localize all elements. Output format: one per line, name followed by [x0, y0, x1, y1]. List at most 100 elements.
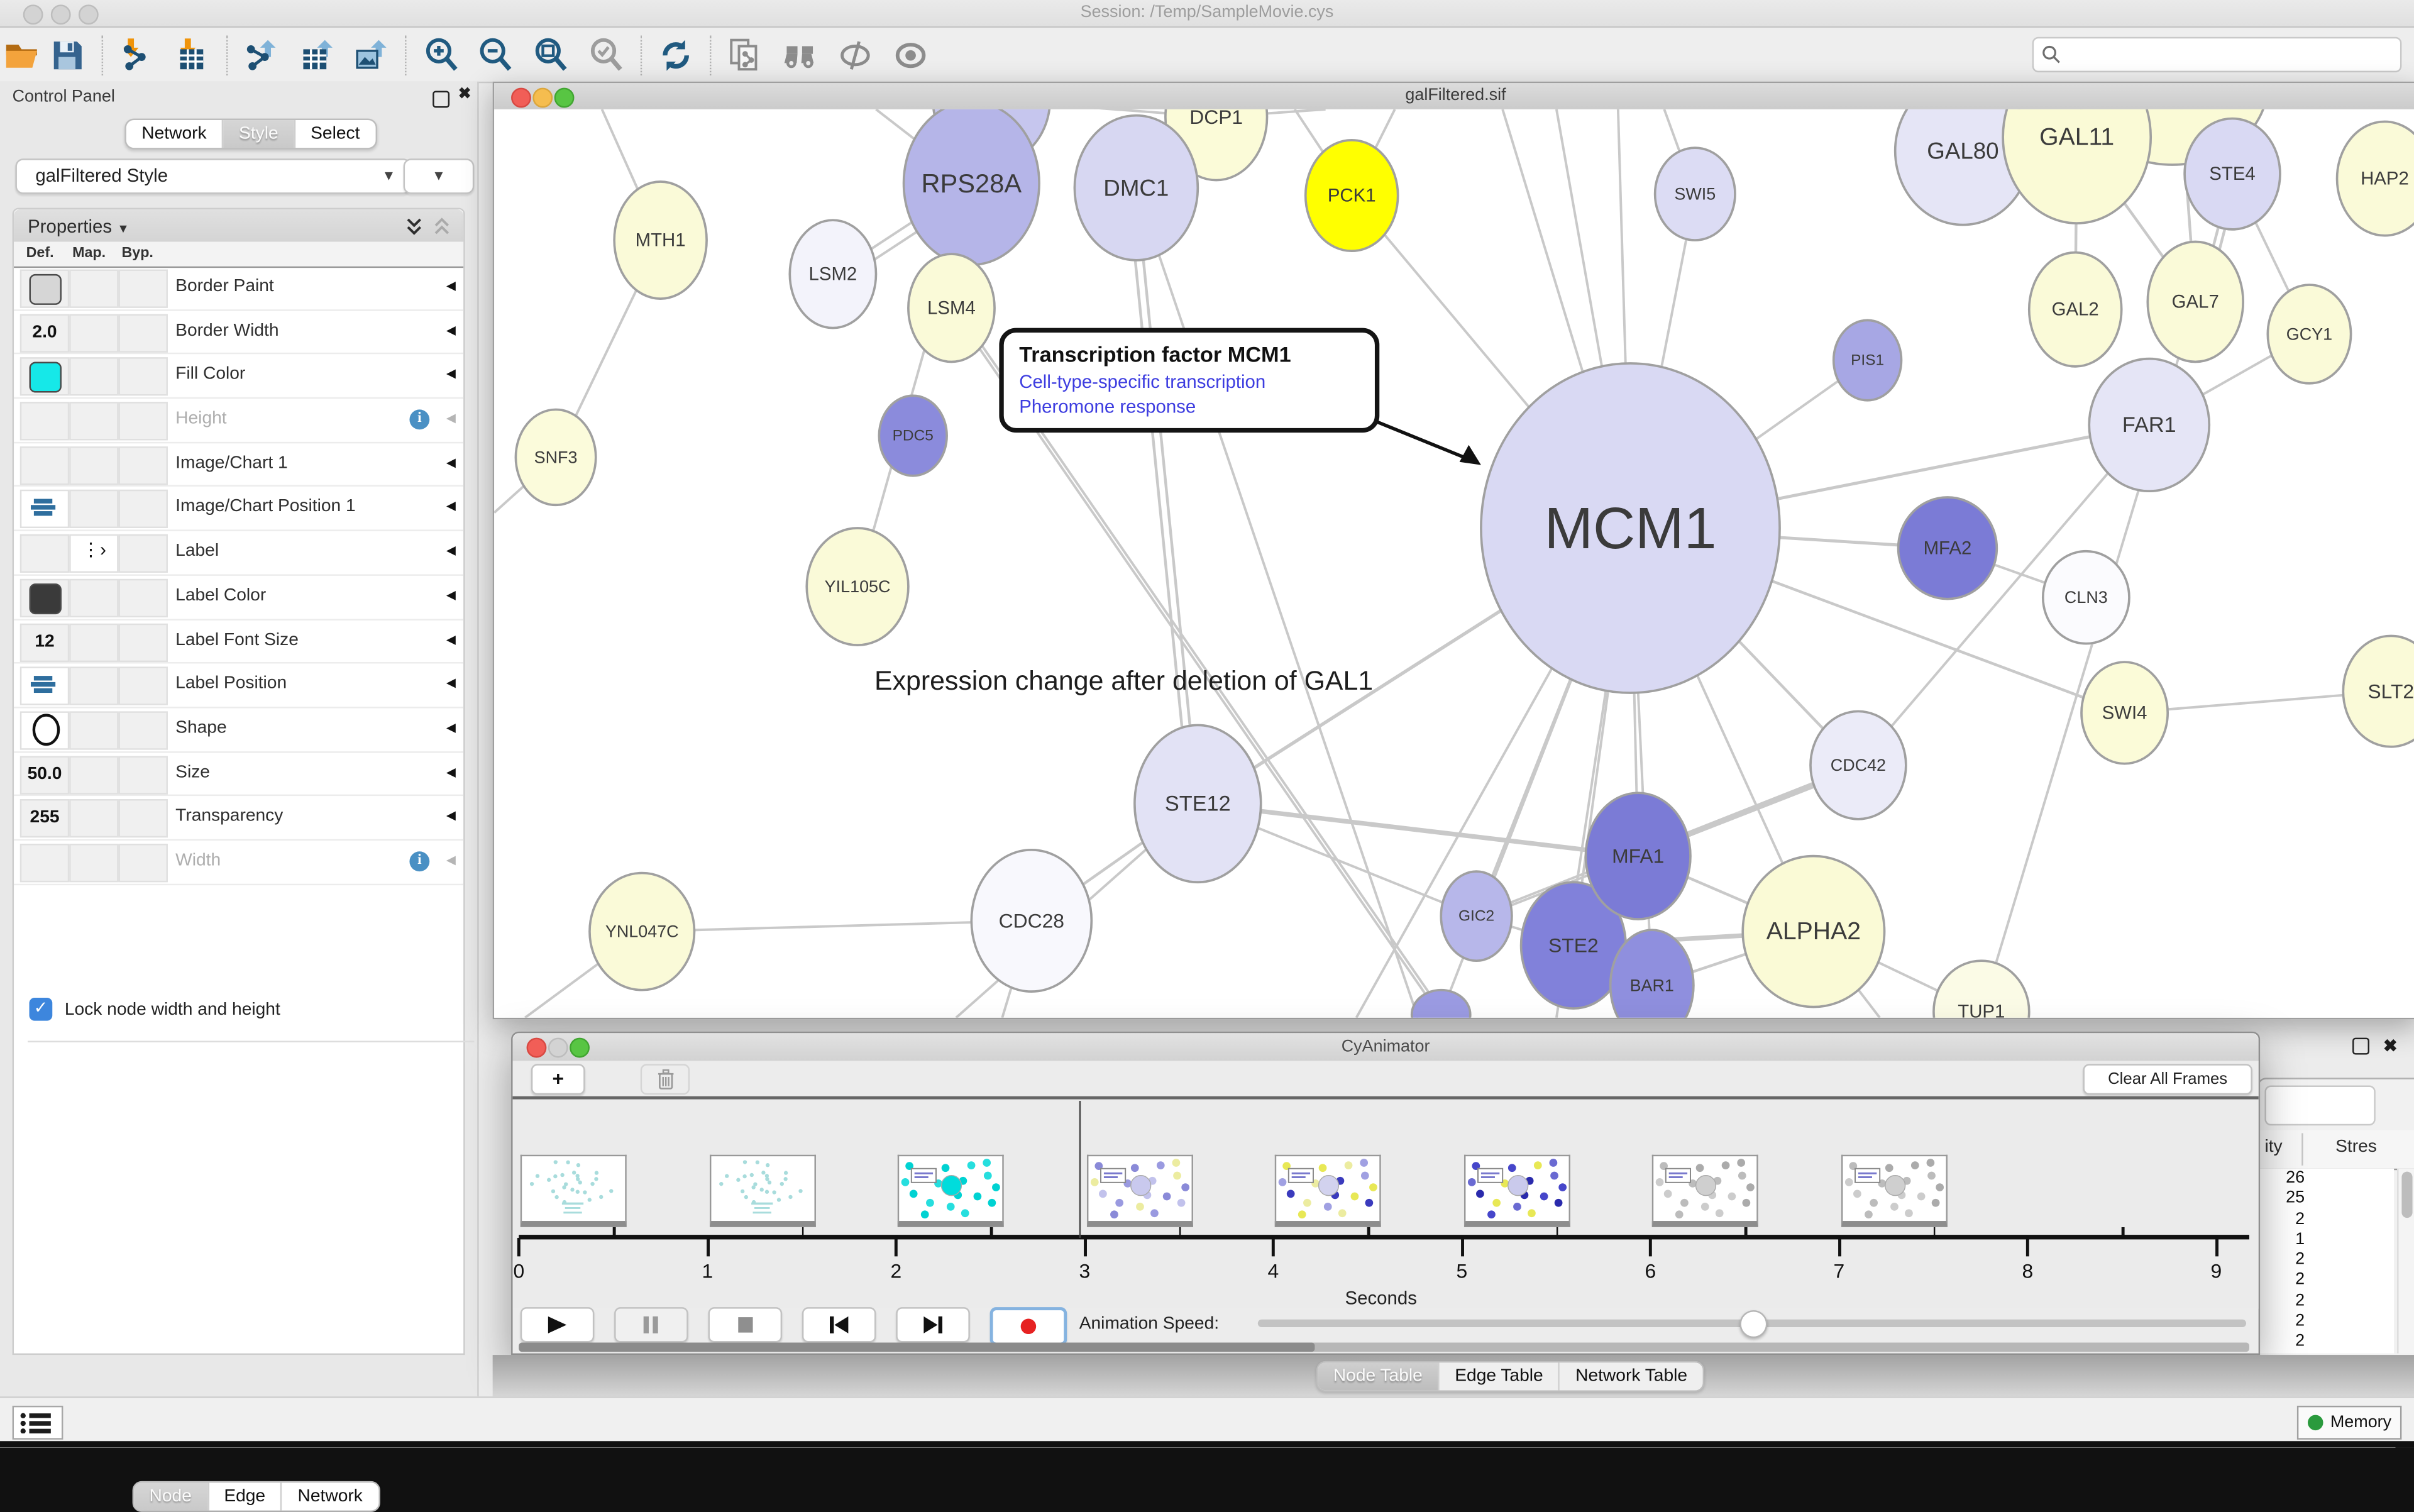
expand-property-icon[interactable]: ◀	[446, 455, 456, 469]
collapse-all-icon[interactable]	[433, 217, 451, 235]
annotation-link[interactable]: Pheromone response	[1019, 395, 1367, 417]
lock-node-size-row[interactable]: ✓ Lock node width and height	[30, 998, 280, 1021]
hide-eye-icon[interactable]	[837, 37, 874, 74]
tab-network[interactable]: Network	[126, 120, 224, 148]
property-row-transparency[interactable]: 255Transparency◀	[14, 797, 463, 841]
network-node-GAL7[interactable]: GAL7	[2147, 241, 2243, 361]
default-cell[interactable]: 50.0	[20, 755, 69, 793]
close-panel-icon[interactable]: ✖	[2383, 1036, 2398, 1056]
property-row-image-chart-1[interactable]: Image/Chart 1◀	[14, 443, 463, 487]
default-cell[interactable]	[20, 711, 69, 749]
tab-select[interactable]: Select	[295, 120, 375, 148]
tab-edge-table[interactable]: Edge Table	[1440, 1362, 1560, 1390]
mapping-cell[interactable]	[69, 446, 118, 485]
search-input[interactable]	[2061, 44, 2400, 65]
info-icon[interactable]: i	[409, 851, 429, 871]
style-selector-dropdown[interactable]: galFiltered Style ▼	[15, 158, 411, 194]
cyanimator-titlebar[interactable]: CyAnimator	[513, 1033, 2259, 1062]
mapping-cell[interactable]	[69, 270, 118, 308]
record-button[interactable]	[990, 1307, 1067, 1345]
network-node-STE12[interactable]: STE12	[1135, 725, 1261, 882]
maximize-window-icon[interactable]	[570, 1038, 590, 1058]
default-cell[interactable]	[20, 844, 69, 882]
default-cell[interactable]: 255	[20, 800, 69, 838]
tab-style[interactable]: Style	[224, 120, 295, 148]
mapping-cell[interactable]	[69, 711, 118, 749]
mapping-cell[interactable]	[69, 800, 118, 838]
search-field[interactable]	[2032, 37, 2402, 72]
expand-property-icon[interactable]: ◀	[446, 323, 456, 337]
bypass-cell[interactable]	[119, 755, 168, 793]
bypass-cell[interactable]	[119, 358, 168, 396]
mapping-cell[interactable]: ⋮›	[69, 534, 118, 573]
default-cell[interactable]	[20, 358, 69, 396]
expand-property-icon[interactable]: ◀	[446, 279, 456, 292]
table-cell-value[interactable]: 2	[2259, 1291, 2395, 1312]
save-session-icon[interactable]	[49, 37, 86, 74]
memory-status-button[interactable]: Memory	[2297, 1406, 2402, 1440]
timeline-frame-6[interactable]	[1652, 1155, 1758, 1227]
mapping-cell[interactable]	[69, 402, 118, 440]
close-window-icon[interactable]	[527, 1038, 547, 1058]
color-swatch[interactable]	[30, 362, 62, 393]
mapping-cell[interactable]	[69, 623, 118, 661]
export-table-icon[interactable]	[297, 37, 334, 74]
timeline-frame-4[interactable]	[1275, 1155, 1381, 1227]
table-cell-value[interactable]: 2	[2259, 1250, 2395, 1271]
default-value[interactable]: 50.0	[21, 757, 67, 792]
network-node-LSM4[interactable]: LSM4	[908, 254, 995, 361]
expand-property-icon[interactable]: ◀	[446, 764, 456, 778]
property-row-label-color[interactable]: Label Color◀	[14, 575, 463, 619]
bypass-cell[interactable]	[119, 314, 168, 352]
tab-network[interactable]: Network	[282, 1482, 378, 1510]
zoom-out-icon[interactable]	[477, 37, 514, 74]
skip-end-button[interactable]	[896, 1307, 970, 1342]
network-node-GAL11[interactable]: GAL11	[2003, 109, 2151, 223]
minimize-window-icon[interactable]	[51, 4, 71, 25]
expand-property-icon[interactable]: ◀	[446, 632, 456, 646]
show-eye-icon[interactable]	[893, 37, 930, 74]
network-node-DMC1[interactable]: DMC1	[1074, 116, 1198, 260]
float-panel-icon[interactable]	[433, 91, 449, 108]
default-cell[interactable]	[20, 446, 69, 485]
tab-node-table[interactable]: Node Table	[1318, 1362, 1439, 1390]
default-cell[interactable]	[20, 667, 69, 705]
mcm1-annotation[interactable]: Transcription factor MCM1 Cell-type-spec…	[999, 328, 1379, 433]
network-node-YIL105C[interactable]: YIL105C	[807, 528, 908, 645]
tab-network-table[interactable]: Network Table	[1560, 1362, 1703, 1390]
expand-property-icon[interactable]: ◀	[446, 367, 456, 381]
zoom-in-icon[interactable]	[423, 37, 460, 74]
property-row-shape[interactable]: Shape◀	[14, 708, 463, 752]
close-window-icon[interactable]	[511, 88, 531, 108]
scrollbar-thumb[interactable]	[519, 1343, 1314, 1352]
bypass-cell[interactable]	[119, 667, 168, 705]
lock-checkbox[interactable]: ✓	[30, 998, 53, 1021]
pause-button[interactable]	[614, 1307, 688, 1342]
annotation-link[interactable]: Cell-type-specific transcription	[1019, 371, 1367, 392]
bypass-cell[interactable]	[119, 270, 168, 308]
export-network-icon[interactable]	[240, 37, 277, 74]
minimize-window-icon[interactable]	[532, 88, 553, 108]
expand-property-icon[interactable]: ◀	[446, 853, 456, 867]
property-row-border-width[interactable]: 2.0Border Width◀	[14, 311, 463, 355]
timeline-frame-0[interactable]	[521, 1155, 627, 1227]
expand-property-icon[interactable]: ◀	[446, 808, 456, 822]
network-node-GIC2[interactable]: GIC2	[1441, 871, 1512, 961]
network-node-SWI4[interactable]: SWI4	[2081, 662, 2168, 764]
network-node-PIS1[interactable]: PIS1	[1834, 320, 1902, 400]
timeline-frame-7[interactable]	[1841, 1155, 1947, 1227]
zoom-selected-icon[interactable]	[588, 37, 626, 74]
default-cell[interactable]	[20, 490, 69, 529]
mapping-cell[interactable]	[69, 667, 118, 705]
add-frame-button[interactable]: +	[531, 1064, 585, 1095]
expand-property-icon[interactable]: ◀	[446, 411, 456, 425]
table-cell-value[interactable]: 2	[2259, 1312, 2395, 1333]
property-row-label[interactable]: ⋮›Label◀	[14, 531, 463, 575]
clone-network-icon[interactable]	[727, 37, 764, 74]
open-session-icon[interactable]	[3, 37, 40, 74]
skip-start-button[interactable]	[802, 1307, 876, 1342]
default-cell[interactable]	[20, 578, 69, 617]
default-cell[interactable]	[20, 402, 69, 440]
default-cell[interactable]: 2.0	[20, 314, 69, 352]
tab-node[interactable]: Node	[134, 1482, 209, 1510]
